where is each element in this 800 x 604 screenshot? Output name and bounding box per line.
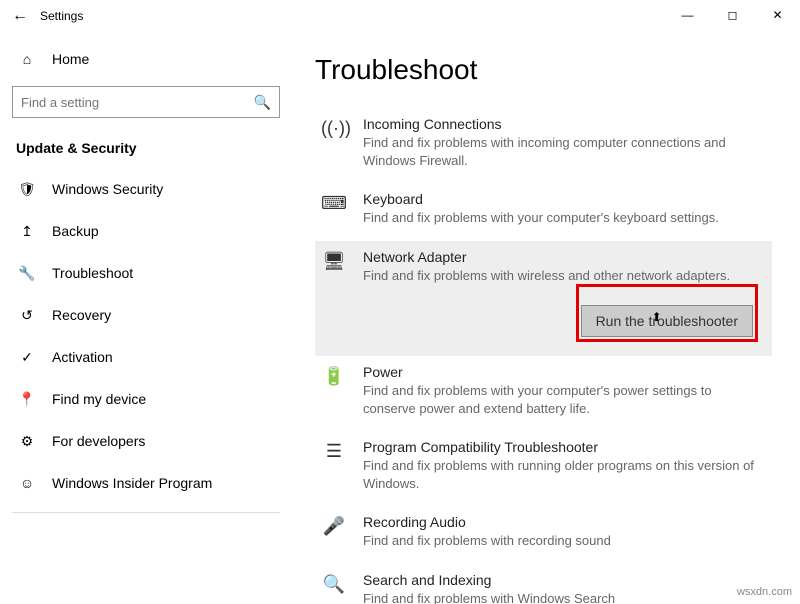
troubleshoot-title: Network Adapter [363, 249, 766, 265]
troubleshoot-title: Incoming Connections [363, 116, 766, 132]
troubleshoot-title: Recording Audio [363, 514, 766, 530]
sidebar-item-label: Find my device [52, 391, 146, 407]
troubleshoot-desc: Find and fix problems with incoming comp… [363, 134, 766, 169]
backup-icon: ↥ [18, 223, 36, 240]
titlebar: ← Settings — ◻ ✕ [0, 0, 800, 32]
close-button[interactable]: ✕ [755, 0, 800, 30]
signal-icon: ((·)) [321, 116, 347, 169]
troubleshoot-item-recording-audio[interactable]: 🎤 Recording Audio Find and fix problems … [315, 506, 772, 564]
main-content: Troubleshoot ((·)) Incoming Connections … [292, 32, 800, 604]
sidebar-item-windows-security[interactable]: 🛡 Windows Security [12, 170, 280, 208]
troubleshoot-item-network-adapter[interactable]: 🖥 Network Adapter Find and fix problems … [315, 241, 772, 357]
troubleshoot-item-keyboard[interactable]: ⌨ Keyboard Find and fix problems with yo… [315, 183, 772, 241]
sidebar-item-for-developers[interactable]: ⚙ For developers [12, 422, 280, 460]
back-button[interactable]: ← [0, 7, 40, 25]
sidebar-item-windows-insider[interactable]: ☺ Windows Insider Program [12, 464, 280, 502]
sidebar-home-label: Home [52, 51, 89, 67]
sidebar: ⌂ Home 🔍 Update & Security 🛡 Windows Sec… [0, 32, 292, 604]
sidebar-divider [12, 512, 280, 513]
page-title: Troubleshoot [315, 54, 772, 86]
sidebar-item-label: Backup [52, 223, 99, 239]
run-troubleshooter-button[interactable]: Run the troubleshooter ⬆ [581, 305, 753, 337]
recovery-icon: ↺ [18, 307, 36, 324]
troubleshoot-item-power[interactable]: 🔋 Power Find and fix problems with your … [315, 356, 772, 431]
microphone-icon: 🎤 [321, 514, 347, 550]
monitor-icon: 🖥 [321, 249, 347, 343]
sidebar-item-label: For developers [52, 433, 145, 449]
minimize-button[interactable]: — [665, 0, 710, 30]
activation-icon: ✓ [18, 349, 36, 366]
troubleshoot-title: Search and Indexing [363, 572, 766, 588]
developer-icon: ⚙ [18, 433, 36, 450]
sidebar-home[interactable]: ⌂ Home [12, 40, 280, 78]
search-icon: 🔍 [321, 572, 347, 604]
search-input[interactable] [21, 95, 254, 110]
troubleshoot-desc: Find and fix problems with wireless and … [363, 267, 766, 285]
sidebar-item-label: Troubleshoot [52, 265, 133, 281]
keyboard-icon: ⌨ [321, 191, 347, 227]
sidebar-item-troubleshoot[interactable]: 🔧 Troubleshoot [12, 254, 280, 292]
highlight-box: Run the troubleshooter ⬆ [576, 284, 758, 342]
home-icon: ⌂ [18, 51, 36, 67]
troubleshoot-item-program-compatibility[interactable]: ☰ Program Compatibility Troubleshooter F… [315, 431, 772, 506]
list-icon: ☰ [321, 439, 347, 492]
sidebar-item-label: Activation [52, 349, 113, 365]
troubleshoot-item-incoming-connections[interactable]: ((·)) Incoming Connections Find and fix … [315, 108, 772, 183]
maximize-button[interactable]: ◻ [710, 0, 755, 30]
troubleshoot-title: Program Compatibility Troubleshooter [363, 439, 766, 455]
sidebar-item-activation[interactable]: ✓ Activation [12, 338, 280, 376]
insider-icon: ☺ [18, 475, 36, 491]
sidebar-item-label: Recovery [52, 307, 111, 323]
watermark: wsxdn.com [737, 586, 792, 598]
troubleshoot-desc: Find and fix problems with recording sou… [363, 532, 766, 550]
sidebar-item-find-my-device[interactable]: 📍 Find my device [12, 380, 280, 418]
sidebar-item-label: Windows Security [52, 181, 163, 197]
troubleshoot-desc: Find and fix problems with running older… [363, 457, 766, 492]
battery-icon: 🔋 [321, 364, 347, 417]
troubleshoot-desc: Find and fix problems with your computer… [363, 382, 766, 417]
troubleshoot-title: Power [363, 364, 766, 380]
troubleshoot-title: Keyboard [363, 191, 766, 207]
troubleshoot-desc: Find and fix problems with Windows Searc… [363, 590, 766, 604]
wrench-icon: 🔧 [18, 265, 36, 282]
location-icon: 📍 [18, 391, 36, 408]
shield-icon: 🛡 [18, 181, 36, 198]
troubleshoot-item-search-indexing[interactable]: 🔍 Search and Indexing Find and fix probl… [315, 564, 772, 604]
sidebar-item-recovery[interactable]: ↺ Recovery [12, 296, 280, 334]
sidebar-section-header: Update & Security [12, 136, 280, 166]
search-icon: 🔍 [254, 94, 271, 111]
search-box[interactable]: 🔍 [12, 86, 280, 118]
sidebar-item-label: Windows Insider Program [52, 475, 212, 491]
troubleshoot-desc: Find and fix problems with your computer… [363, 209, 766, 227]
sidebar-item-backup[interactable]: ↥ Backup [12, 212, 280, 250]
window-title: Settings [40, 9, 83, 23]
